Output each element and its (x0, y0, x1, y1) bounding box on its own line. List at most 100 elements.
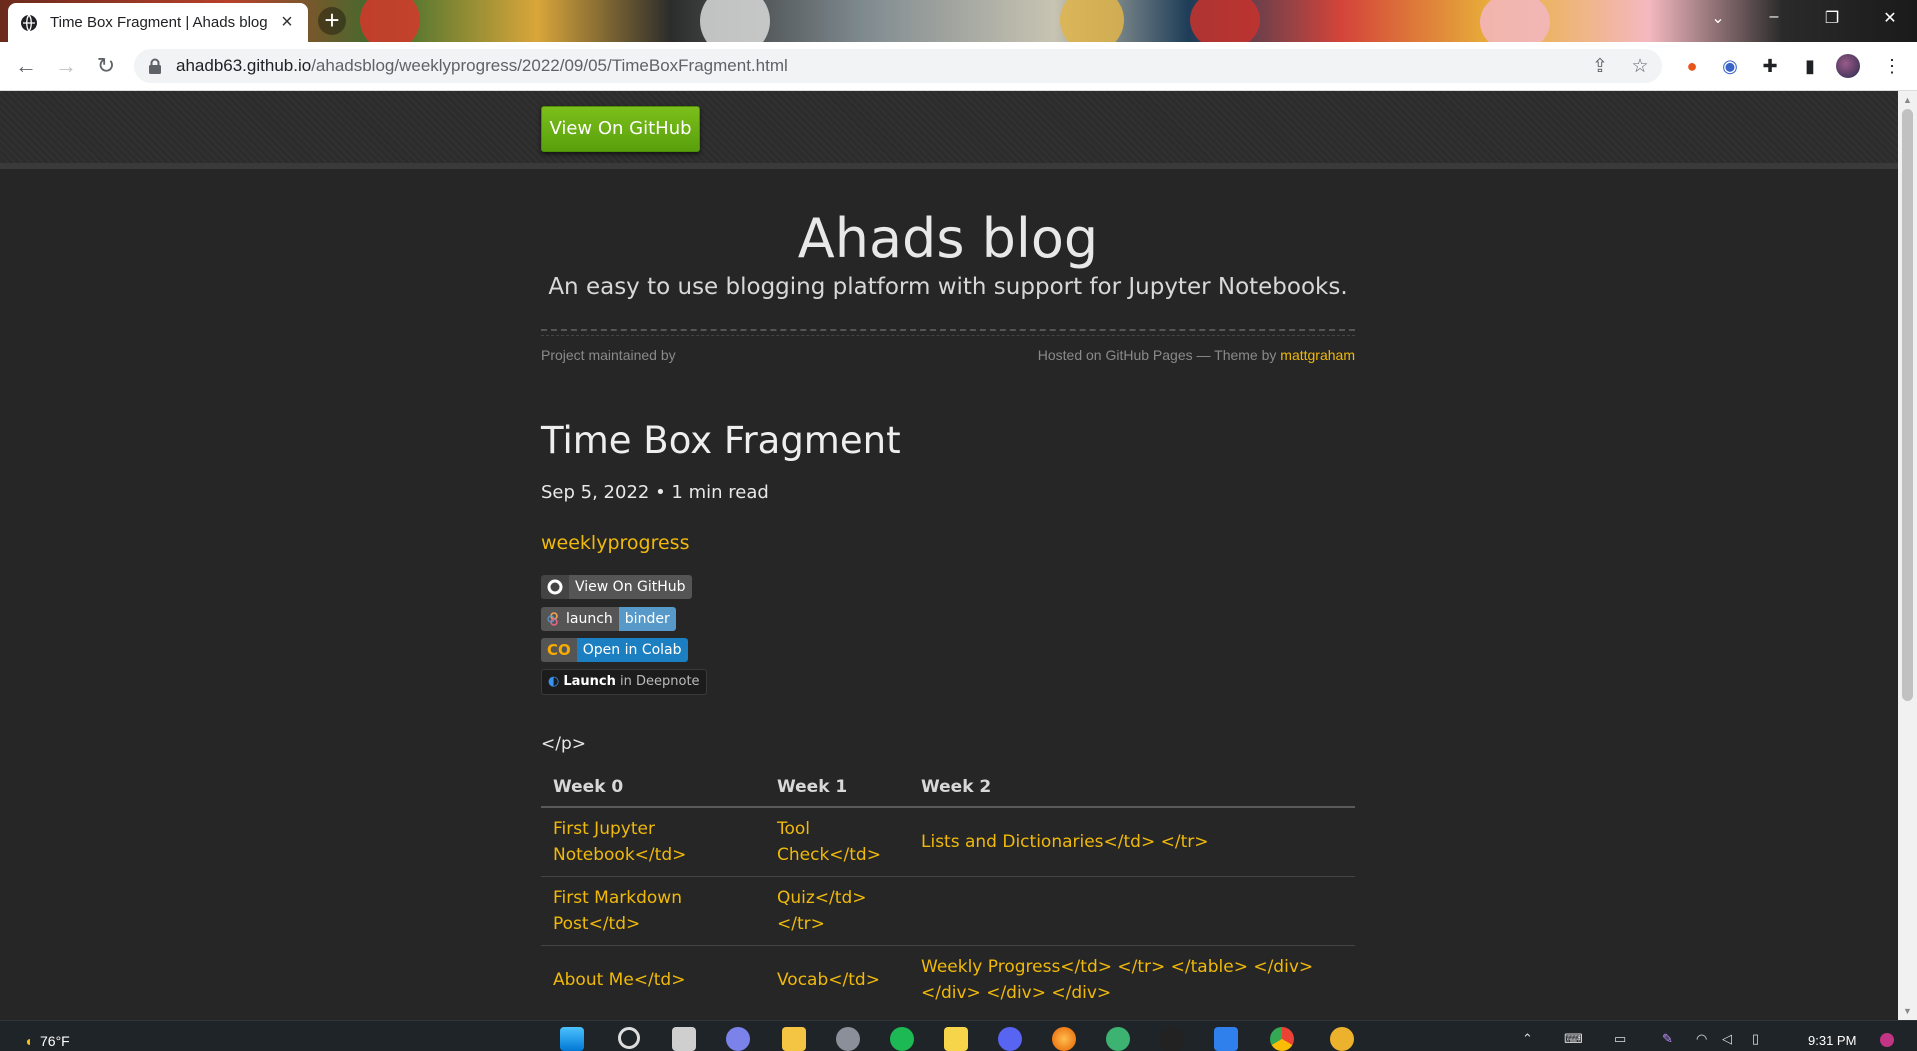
spotify-icon[interactable] (890, 1027, 914, 1051)
sticker-decoration (700, 0, 770, 42)
pen-icon[interactable]: ✎ (1662, 1031, 1673, 1047)
colab-badge-label: Open in Colab (576, 638, 688, 662)
url-path: /ahadsblog/weeklyprogress/2022/09/05/Tim… (311, 56, 788, 75)
weekly-progress-table: Week 0 Week 1 Week 2 First Jupyter Noteb… (541, 768, 1355, 1014)
category-link[interactable]: weeklyprogress (541, 532, 689, 554)
battery-icon[interactable]: ▯ (1752, 1031, 1759, 1047)
tray-chevron-icon[interactable]: ⌃ (1522, 1031, 1533, 1047)
back-button[interactable]: ← (12, 52, 40, 80)
sticker-decoration (1480, 0, 1550, 42)
hosted-label: Hosted on GitHub Pages — Theme by (1037, 347, 1277, 363)
browser-tab-strip: Time Box Fragment | Ahads blog × + ⌄ – ❐… (0, 0, 1917, 42)
volume-icon[interactable]: ◁ (1722, 1031, 1732, 1047)
extension-grammar-icon[interactable]: ◉ (1718, 54, 1742, 78)
github-icon (547, 579, 563, 595)
start-windows-icon[interactable] (560, 1027, 584, 1051)
clock-time[interactable]: 9:31 PM (1808, 1033, 1856, 1048)
share-icon[interactable]: ⇪ (1590, 57, 1610, 77)
weather-temperature[interactable]: 76°F (40, 1033, 70, 1049)
table-cell-link[interactable]: Tool Check</td> (765, 807, 909, 877)
windows-taskbar: ◖ 76°F ⌃ ⌨ ▭ ✎ ◠ ◁ ▯ 9:31 PM (0, 1020, 1917, 1051)
table-header: Week 1 (765, 768, 909, 808)
page-scrollbar[interactable]: ▲ ▼ (1898, 91, 1917, 1020)
extension-fire-icon[interactable]: ● (1680, 54, 1704, 78)
deepnote-launch-label: Launch (563, 674, 616, 689)
github-badge-left (541, 575, 569, 599)
colab-badge[interactable]: CO Open in Colab (541, 638, 688, 662)
forward-button[interactable]: → (52, 52, 80, 80)
new-tab-button[interactable]: + (318, 7, 346, 35)
vscode-icon[interactable] (1214, 1027, 1238, 1051)
address-bar[interactable]: ahadb63.github.io/ahadsblog/weeklyprogre… (134, 49, 1662, 83)
tablet-icon[interactable]: ▭ (1614, 1031, 1626, 1047)
table-cell-link[interactable]: Lists and Dictionaries</td> </tr> (909, 807, 1355, 877)
binder-badge[interactable]: launch binder (541, 607, 676, 631)
binder-badge-label: binder (618, 607, 676, 631)
discord-icon[interactable] (998, 1027, 1022, 1051)
maintained-by-text: Project maintained by (541, 347, 676, 363)
tab-close-icon[interactable]: × (278, 11, 296, 34)
deepnote-rest-label: in Deepnote (620, 674, 700, 689)
task-view-icon[interactable] (672, 1027, 696, 1051)
side-panel-icon[interactable]: ▮ (1798, 54, 1822, 78)
deepnote-badge-left: ◐ (542, 670, 561, 694)
linux-tux-icon[interactable] (1160, 1027, 1184, 1051)
tab-search-icon[interactable]: ⌄ (1698, 8, 1738, 32)
dashed-divider (541, 329, 1355, 336)
site-subtitle: An easy to use blogging platform with su… (548, 274, 1348, 300)
globe-icon (21, 14, 37, 31)
theme-author-link[interactable]: mattgraham (1280, 347, 1355, 363)
scroll-up-arrow-icon[interactable]: ▲ (1903, 95, 1912, 105)
table-cell-link[interactable]: Quiz</td> </tr> (765, 876, 909, 946)
keyboard-icon[interactable]: ⌨ (1564, 1031, 1583, 1047)
table-cell-link[interactable] (909, 876, 1355, 946)
table-cell-link[interactable]: First Markdown Post</td> (541, 876, 765, 946)
url-host: ahadb63.github.io (176, 56, 312, 75)
tab-title: Time Box Fragment | Ahads blog (50, 14, 268, 31)
search-icon[interactable] (618, 1027, 640, 1049)
table-header: Week 2 (909, 768, 1355, 808)
view-on-github-button[interactable]: View On GitHub (541, 106, 700, 152)
restore-button[interactable]: ❐ (1812, 8, 1852, 32)
chrome-icon[interactable] (1270, 1027, 1294, 1051)
scroll-down-arrow-icon[interactable]: ▼ (1903, 1006, 1912, 1016)
reload-button[interactable]: ↻ (92, 52, 120, 80)
extensions-puzzle-icon[interactable]: ✚ (1758, 54, 1782, 78)
bookmark-star-icon[interactable]: ☆ (1630, 57, 1650, 77)
table-cell-link[interactable]: Weekly Progress</td> </tr> </table> </di… (909, 945, 1355, 1014)
table-cell-link[interactable]: Vocab</td> (765, 945, 909, 1014)
github-badge[interactable]: View On GitHub (541, 575, 692, 599)
site-title[interactable]: Ahads blog (0, 207, 1896, 270)
minimize-button[interactable]: – (1754, 8, 1794, 32)
table-cell-link[interactable]: First Jupyter Notebook</td> (541, 807, 765, 877)
settings-gear-icon[interactable] (836, 1027, 860, 1051)
table-cell-link[interactable]: About Me</td> (541, 945, 765, 1014)
slack-icon[interactable] (1330, 1027, 1354, 1051)
notification-badge[interactable] (1880, 1033, 1894, 1047)
wifi-icon[interactable]: ◠ (1696, 1031, 1707, 1047)
sticker-decoration (360, 0, 420, 42)
binder-logo-icon (547, 612, 558, 626)
table-header: Week 0 (541, 768, 765, 808)
browser-tab-active[interactable]: Time Box Fragment | Ahads blog × (8, 3, 308, 42)
sticker-decoration (1190, 0, 1260, 42)
table-row: About Me</td> Vocab</td> Weekly Progress… (541, 945, 1355, 1014)
hosted-by-text: Hosted on GitHub Pages — Theme by mattgr… (820, 347, 1355, 363)
send-app-icon[interactable] (1106, 1027, 1130, 1051)
sticky-notes-icon[interactable] (944, 1027, 968, 1051)
file-explorer-icon[interactable] (782, 1027, 806, 1051)
web-page: View On GitHub Ahads blog An easy to use… (0, 91, 1898, 1020)
menu-kebab-icon[interactable]: ⋮ (1880, 54, 1904, 78)
teams-chat-icon[interactable] (726, 1027, 750, 1051)
site-header-bar: View On GitHub (0, 91, 1898, 169)
close-window-button[interactable]: ✕ (1870, 8, 1910, 32)
weather-moon-icon[interactable]: ◖ (24, 1033, 32, 1049)
post-title: Time Box Fragment (541, 419, 901, 462)
profile-avatar[interactable] (1836, 54, 1860, 78)
scrollbar-thumb[interactable] (1902, 109, 1913, 701)
deepnote-badge[interactable]: ◐ Launch in Deepnote (541, 669, 707, 695)
stray-html-tag: </p> (541, 734, 587, 754)
lock-icon[interactable] (148, 58, 162, 74)
github-badge-label: View On GitHub (569, 575, 692, 599)
firefox-icon[interactable] (1052, 1027, 1076, 1051)
